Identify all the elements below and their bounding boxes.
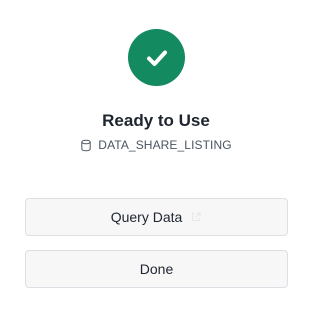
check-icon	[146, 50, 167, 66]
done-button[interactable]: Done	[25, 250, 288, 288]
query-data-button[interactable]: Query Data	[25, 198, 288, 236]
listing-name: DATA_SHARE_LISTING	[98, 138, 232, 152]
success-check-badge	[128, 29, 185, 86]
done-label: Done	[139, 261, 174, 277]
query-data-label: Query Data	[110, 209, 183, 225]
database-icon	[81, 139, 91, 151]
listing-name-row: DATA_SHARE_LISTING	[0, 137, 312, 153]
external-link-icon	[192, 212, 201, 222]
status-title: Ready to Use	[102, 111, 210, 130]
